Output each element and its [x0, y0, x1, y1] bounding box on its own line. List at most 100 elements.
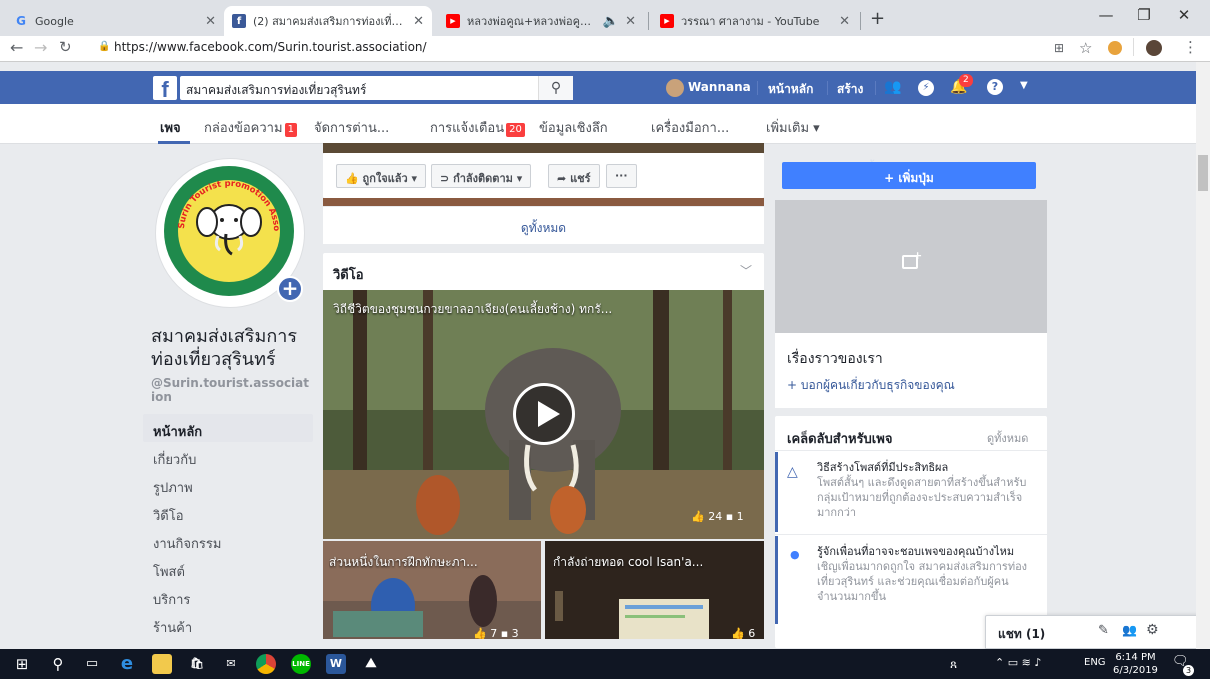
more-options-button[interactable]: ··· — [606, 164, 637, 188]
comment-count: 1 — [736, 510, 744, 523]
page-scrollbar[interactable] — [1196, 62, 1210, 649]
tip-accent-bar — [775, 452, 778, 532]
user-name-link[interactable]: Wannana — [688, 80, 751, 94]
tab-page[interactable]: เพจ — [160, 117, 181, 138]
help-icon[interactable]: ? — [987, 79, 1003, 95]
account-menu-icon[interactable]: ▼ — [1020, 80, 1028, 91]
search-icon[interactable]: ⚲ — [48, 654, 68, 674]
search-input[interactable]: สมาคมส่งเสริมการท่องเที่ยวสุรินทร์ — [180, 76, 573, 100]
tell-people-link[interactable]: + บอกผู้คนเกี่ยวกับธุรกิจของคุณ — [787, 376, 955, 395]
browser-tab-youtube-1[interactable]: ▶ หลวงพ่อคูณ+หลวงพ่อคูณ+สุจริต 3 🔈 ✕ — [438, 6, 644, 36]
chat-label: แชท (1) — [998, 627, 1046, 641]
sidebar-item-home[interactable]: หน้าหลัก — [143, 414, 313, 442]
play-button[interactable] — [513, 383, 575, 445]
tab-manage[interactable]: จัดการต่าน... — [314, 117, 389, 138]
window-close-icon[interactable]: ✕ — [1164, 6, 1204, 30]
sidebar-item-events[interactable]: งานกิจกรรม — [143, 526, 313, 554]
store-icon[interactable]: 🛍 — [187, 654, 207, 674]
minimize-icon[interactable]: — — [1086, 6, 1126, 30]
close-icon[interactable]: ✕ — [413, 14, 424, 29]
rss-icon: ⊃ — [440, 172, 450, 185]
sidebar-item-services[interactable]: บริการ — [143, 582, 313, 610]
chrome-icon[interactable] — [256, 654, 276, 674]
share-button[interactable]: ➦ แชร์ — [548, 164, 600, 188]
task-view-icon[interactable]: ▭ — [82, 654, 102, 674]
new-tab-button[interactable]: + — [870, 8, 885, 29]
new-group-icon[interactable]: 👥 — [1122, 623, 1137, 637]
update-photo-plus-icon[interactable]: + — [277, 276, 303, 302]
tab-inbox[interactable]: กล่องข้อความ 1 — [204, 117, 297, 138]
browser-tab-youtube-2[interactable]: ▶ วรรณา ศาลางาม - YouTube ✕ — [652, 6, 858, 36]
tips-see-all-link[interactable]: ดูทั้งหมด — [987, 429, 1028, 447]
bookmark-star-icon[interactable]: ☆ — [1079, 39, 1092, 57]
comment-icon: ▪ — [500, 627, 509, 639]
photos-icon[interactable]: ⛰ — [361, 654, 381, 674]
compose-icon[interactable]: ✎ — [1098, 623, 1109, 638]
word-icon[interactable]: W — [326, 654, 346, 674]
user-avatar[interactable] — [666, 79, 684, 97]
video-thumbnail[interactable]: ส่วนหนึ่งในการฝึกทักษะภา... 👍 7 ▪ 3 — [323, 541, 541, 639]
sidebar-item-about[interactable]: เกี่ยวกับ — [143, 442, 313, 470]
reload-icon[interactable]: ↻ — [59, 38, 72, 56]
create-link[interactable]: สร้าง — [837, 80, 863, 99]
translate-icon[interactable]: ⊞ — [1054, 41, 1064, 55]
edge-icon[interactable]: e — [117, 654, 137, 674]
file-explorer-icon[interactable] — [152, 654, 172, 674]
video-thumbnail[interactable]: กำลังถ่ายทอด cool Isan'a... 👍 6 — [545, 541, 764, 639]
forward-icon[interactable]: → — [34, 38, 47, 57]
google-icon: G — [16, 14, 26, 28]
tab-notifications[interactable]: การแจ้งเตือน 20 — [430, 117, 525, 138]
language-indicator[interactable]: ENG — [1084, 657, 1106, 668]
clock[interactable]: 6:14 PM 6/3/2019 — [1113, 651, 1158, 677]
extension-icon[interactable] — [1108, 41, 1122, 55]
our-story-card — [775, 333, 1047, 408]
like-count: 6 — [748, 627, 756, 639]
people-icon[interactable]: ጸ — [950, 657, 957, 672]
close-icon[interactable]: ✕ — [839, 14, 850, 29]
mute-icon[interactable]: 🔈 — [603, 14, 619, 29]
tab-divider — [648, 12, 649, 30]
tab-insights[interactable]: ข้อมูลเชิงลึก — [539, 117, 608, 138]
sidebar-item-posts[interactable]: โพสต์ — [143, 554, 313, 582]
see-all-photos-link[interactable]: ดูทั้งหมด — [323, 206, 764, 244]
sidebar-item-videos[interactable]: วิดีโอ — [143, 498, 313, 526]
chat-bar[interactable]: แชท (1) ✎ 👥 ⚙ — [985, 615, 1200, 649]
browser-tab-google[interactable]: G Google ✕ — [6, 6, 224, 36]
menu-dots-icon[interactable]: ⋮ — [1183, 38, 1198, 56]
tip-item[interactable]: วิธีสร้างโพสต์ที่มีประสิทธิผล โพสต์สั้นๆ… — [817, 460, 1041, 520]
video-caption: ส่วนหนึ่งในการฝึกทักษะภา... — [329, 555, 478, 569]
main-video[interactable]: วิถีชีวิตของชุมชนกวยขาลอาเจียง(คนเลี้ยงช… — [323, 290, 764, 539]
close-icon[interactable]: ✕ — [205, 14, 216, 29]
messenger-icon[interactable]: ⚡ — [918, 80, 934, 96]
tab-tools[interactable]: เครื่องมือกา... — [651, 117, 729, 138]
line-app-icon[interactable]: LINE — [291, 654, 311, 674]
cover-photo-strip — [323, 143, 764, 153]
sidebar-item-photos[interactable]: รูปภาพ — [143, 470, 313, 498]
page-handle[interactable]: @Surin.tourist.association — [151, 376, 311, 404]
url-field[interactable]: https://www.facebook.com/Surin.tourist.a… — [114, 40, 427, 54]
like-icon: 👍 — [691, 510, 705, 523]
follow-button[interactable]: ⊃ กำลังติดตาม ▾ — [431, 164, 532, 188]
mail-icon[interactable]: ✉ — [221, 654, 241, 674]
tray-icons[interactable]: ⌃ ▭ ≋ ♪ — [995, 656, 1041, 669]
gear-icon[interactable]: ⚙ — [1146, 622, 1159, 638]
add-button[interactable]: + เพิ่มปุ่ม — [782, 162, 1036, 189]
facebook-logo-icon[interactable]: f — [153, 76, 177, 102]
sidebar-item-shop[interactable]: ร้านค้า — [143, 610, 313, 638]
tab-more[interactable]: เพิ่มเติม ▾ — [766, 117, 820, 138]
friend-requests-icon[interactable]: 👥 — [884, 79, 901, 95]
search-icon[interactable]: ⚲ — [538, 76, 573, 100]
active-tab-indicator — [158, 141, 190, 144]
like-label: ถูกใจแล้ว ▾ — [362, 172, 418, 185]
home-link[interactable]: หน้าหลัก — [768, 80, 813, 99]
tip-item[interactable]: รู้จักเพื่อนที่อาจจะชอบเพจของคุณบ้างไหม … — [817, 544, 1041, 604]
windows-start-icon[interactable]: ⊞ — [12, 654, 32, 674]
close-icon[interactable]: ✕ — [625, 14, 636, 29]
scrollbar-thumb[interactable] — [1198, 155, 1208, 191]
profile-avatar[interactable] — [1146, 40, 1162, 56]
like-button[interactable]: 👍 ถูกใจแล้ว ▾ — [336, 164, 427, 188]
browser-tab-facebook[interactable]: f (2) สมาคมส่งเสริมการท่องเที่ยวสุรินทร์… — [224, 6, 432, 36]
chevron-down-icon[interactable]: ﹀ — [740, 262, 752, 279]
restore-icon[interactable]: ❐ — [1124, 6, 1164, 30]
back-icon[interactable]: ← — [10, 38, 23, 57]
